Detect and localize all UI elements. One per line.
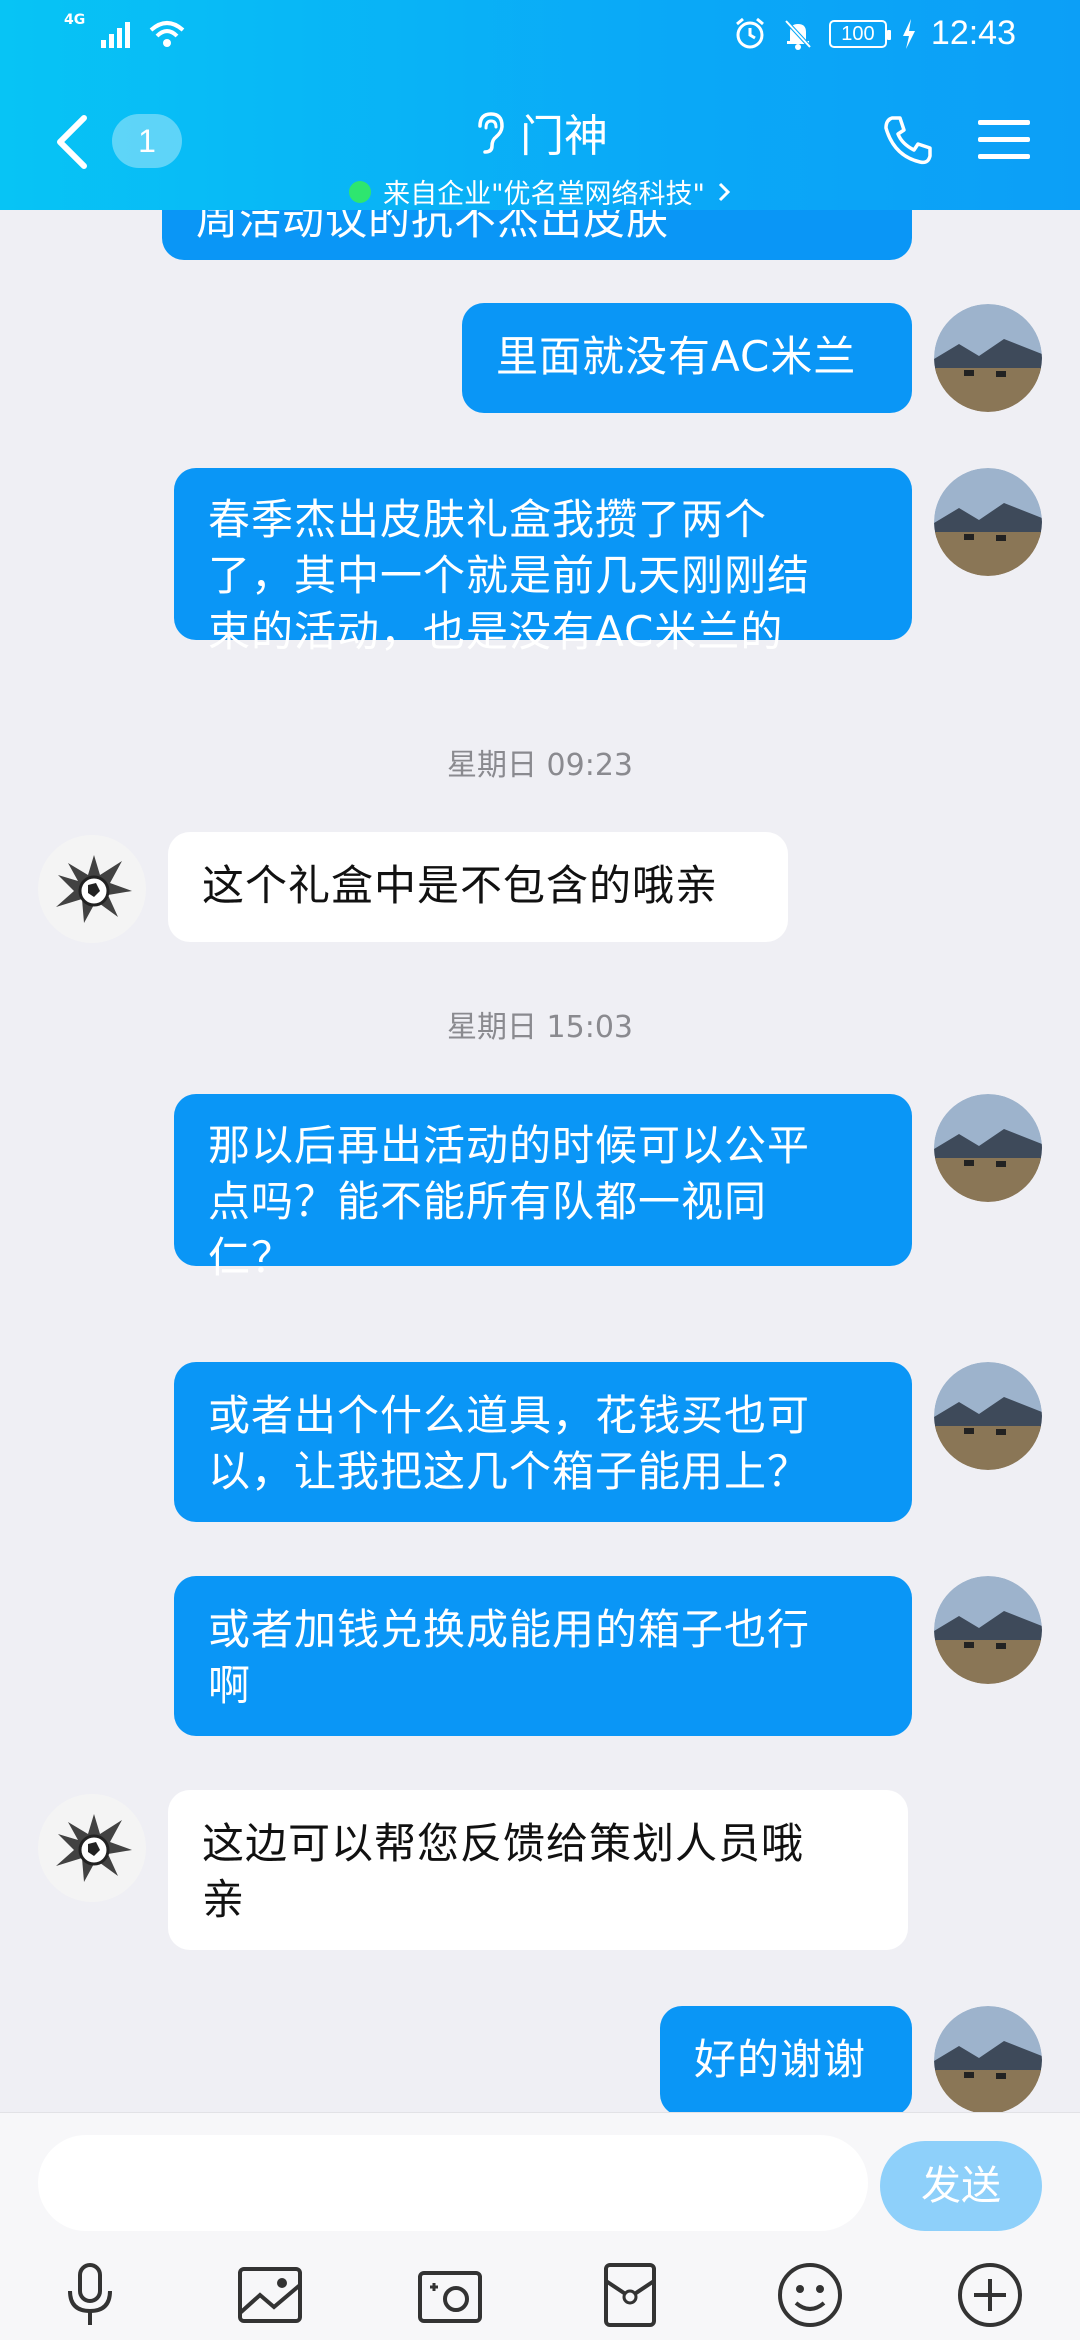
mute-bell-icon — [784, 19, 812, 50]
message-line: 啊 — [208, 1661, 252, 1710]
network-label: 4G — [64, 12, 86, 28]
emoji-icon[interactable] — [774, 2259, 846, 2331]
plus-icon[interactable] — [954, 2259, 1026, 2331]
timestamp: 星期日 15:03 — [447, 1010, 633, 1045]
microphone-icon[interactable] — [54, 2259, 126, 2331]
message-bubble-outgoing[interactable]: 春季杰出皮肤礼盒我攒了两个 了，其中一个就是前几天刚刚结 束的活动，也是没有AC… — [174, 468, 912, 656]
message-line: 点吗？能不能所有队都一视同 — [208, 1177, 768, 1226]
message-bubble-outgoing[interactable]: 里面就没有AC米兰 — [462, 303, 912, 413]
camera-icon[interactable] — [414, 2259, 486, 2331]
my-avatar[interactable] — [934, 1094, 1042, 1202]
chat-header: 4G 100 12:43 1 门神 来自企业"优名堂网络科技" — [0, 0, 1080, 210]
message-line: 或者加钱兑换成能用的箱子也行 — [208, 1605, 811, 1654]
status-right: 100 12:43 — [733, 14, 1016, 53]
my-avatar[interactable] — [934, 1576, 1042, 1684]
message-line: 或者出个什么道具，花钱买也可 — [208, 1391, 811, 1440]
message-line: 亲 — [202, 1875, 246, 1924]
phone-icon[interactable] — [880, 112, 936, 168]
my-avatar[interactable] — [934, 468, 1042, 576]
wifi-icon — [149, 21, 185, 47]
message-bubble-incoming[interactable]: 这个礼盒中是不包含的哦亲 — [168, 832, 788, 942]
message-text: 里面就没有AC米兰 — [496, 332, 857, 381]
input-bar: 发送 — [0, 2112, 1080, 2340]
menu-icon[interactable] — [976, 116, 1032, 164]
message-bubble-outgoing[interactable]: 那以后再出活动的时候可以公平 点吗？能不能所有队都一视同 仁？ — [174, 1094, 912, 1282]
message-bubble-incoming[interactable]: 这边可以帮您反馈给策划人员哦 亲 — [168, 1790, 908, 1950]
my-avatar[interactable] — [934, 1362, 1042, 1470]
message-bubble-outgoing[interactable]: 或者加钱兑换成能用的箱子也行 啊 — [174, 1576, 912, 1736]
message-line: 那以后再出活动的时候可以公平 — [208, 1121, 811, 1170]
message-line: 仁？ — [208, 1233, 295, 1282]
enterprise-subtitle: 来自企业"优名堂网络科技" — [383, 179, 705, 210]
message-line: 束的活动，也是没有AC米兰的 — [208, 607, 784, 656]
enterprise-link[interactable]: 来自企业"优名堂网络科技" — [349, 172, 731, 211]
my-avatar[interactable] — [934, 2006, 1042, 2112]
battery-indicator: 100 — [828, 19, 891, 48]
chevron-right-icon — [718, 182, 731, 201]
chat-title: 门神 — [520, 111, 608, 162]
message-text: 这个礼盒中是不包含的哦亲 — [202, 861, 719, 910]
message-input[interactable] — [38, 2135, 868, 2231]
signal-icon — [101, 22, 131, 48]
clock: 12:43 — [930, 14, 1016, 52]
message-line: 了，其中一个就是前几天刚刚结 — [208, 551, 811, 600]
message-bubble-outgoing[interactable]: 周活动议的抗不杰出皮肤 — [162, 210, 912, 260]
alarm-icon — [735, 17, 764, 48]
status-left: 4G — [64, 12, 187, 48]
red-packet-icon[interactable] — [594, 2259, 666, 2331]
message-bubble-outgoing[interactable]: 或者出个什么道具，花钱买也可 以，让我把这几个箱子能用上？ — [174, 1362, 912, 1522]
agent-avatar[interactable] — [38, 835, 146, 943]
agent-avatar[interactable] — [38, 1794, 146, 1902]
ear-icon — [478, 112, 504, 154]
image-icon[interactable] — [234, 2259, 306, 2331]
charging-icon — [902, 18, 915, 49]
chat-area[interactable]: 周活动议的抗不杰出皮肤 里面就没有AC米兰 春季杰出皮肤礼盒我攒了两个 了，其中… — [0, 210, 1080, 2112]
message-line: 这边可以帮您反馈给策划人员哦 — [202, 1819, 805, 1868]
message-bubble-outgoing[interactable]: 好的谢谢 — [660, 2006, 912, 2112]
my-avatar[interactable] — [934, 304, 1042, 412]
timestamp: 星期日 09:23 — [447, 748, 633, 783]
message-text: 好的谢谢 — [694, 2035, 867, 2084]
message-text: 周活动议的抗不杰出皮肤 — [196, 210, 670, 244]
message-line: 春季杰出皮肤礼盒我攒了两个 — [208, 495, 768, 544]
online-status-dot — [349, 180, 372, 203]
message-line: 以，让我把这几个箱子能用上？ — [208, 1447, 811, 1496]
send-button[interactable]: 发送 — [880, 2141, 1042, 2231]
status-bar: 4G 100 12:43 — [0, 0, 1080, 76]
